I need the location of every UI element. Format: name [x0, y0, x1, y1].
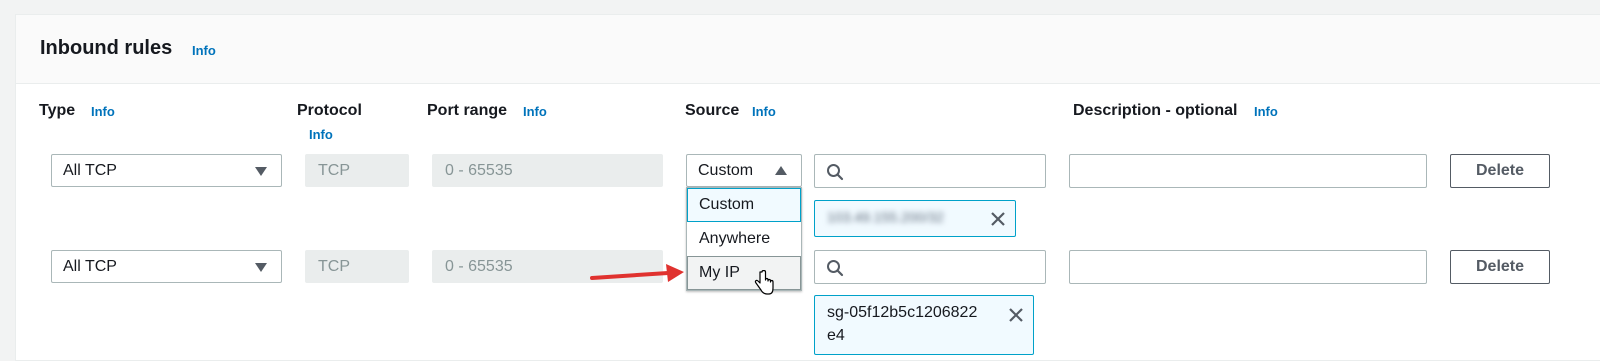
source-token-value-line1: sg-05f12b5c1206822 — [827, 304, 978, 321]
column-header-description: Description - optional — [1073, 102, 1238, 119]
caret-up-icon — [775, 166, 787, 175]
annotation-arrow-icon — [590, 264, 684, 282]
search-icon — [827, 260, 844, 277]
delete-button[interactable]: Delete — [1450, 250, 1550, 284]
page-title: Inbound rules — [40, 37, 173, 59]
protocol-field: TCP — [305, 154, 409, 187]
source-option-my-ip[interactable]: My IP — [687, 256, 801, 290]
header-info-link[interactable]: Info — [192, 43, 216, 58]
caret-down-icon — [255, 263, 267, 272]
type-select-value: All TCP — [63, 258, 117, 275]
column-header-protocol: Protocol — [297, 102, 362, 119]
column-header-source: Source — [685, 102, 740, 119]
protocol-field: TCP — [305, 250, 409, 283]
description-input[interactable] — [1069, 250, 1427, 284]
source-token-value: 103.49.155.200/32 — [827, 209, 944, 225]
source-option-custom[interactable]: Custom — [687, 188, 801, 222]
column-header-port-range: Port range — [427, 102, 508, 119]
source-token: 103.49.155.200/32 — [814, 200, 1016, 237]
hand-cursor-icon — [754, 270, 774, 295]
delete-button[interactable]: Delete — [1450, 154, 1550, 188]
type-select[interactable]: All TCP — [51, 250, 282, 283]
source-search-input[interactable] — [814, 154, 1046, 188]
description-input[interactable] — [1069, 154, 1427, 188]
type-select-value: All TCP — [63, 162, 117, 179]
source-search-input[interactable] — [814, 250, 1046, 284]
source-info-link[interactable]: Info — [752, 104, 776, 119]
source-option-anywhere[interactable]: Anywhere — [687, 222, 801, 256]
port-range-field: 0 - 65535 — [432, 154, 663, 187]
search-icon — [827, 164, 844, 181]
column-header-type: Type — [39, 102, 76, 119]
caret-down-icon — [255, 167, 267, 176]
port-range-info-link[interactable]: Info — [523, 104, 547, 119]
protocol-info-link[interactable]: Info — [309, 127, 333, 142]
source-select-value: Custom — [698, 162, 754, 179]
source-token-value-line2: e4 — [827, 327, 845, 344]
source-token: sg-05f12b5c1206822 e4 — [814, 295, 1034, 355]
source-dropdown-menu: Custom Anywhere My IP — [686, 187, 802, 291]
panel-header: Inbound rules Info — [16, 15, 1600, 84]
close-icon[interactable] — [989, 210, 1007, 228]
type-select[interactable]: All TCP — [51, 154, 282, 187]
close-icon[interactable] — [1007, 306, 1025, 324]
source-select[interactable]: Custom — [686, 154, 802, 187]
type-info-link[interactable]: Info — [91, 104, 115, 119]
description-info-link[interactable]: Info — [1254, 104, 1278, 119]
